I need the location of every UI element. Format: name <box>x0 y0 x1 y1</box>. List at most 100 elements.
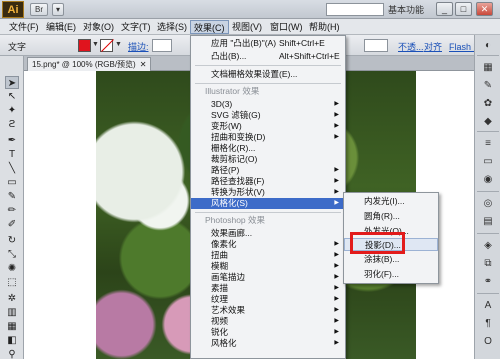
submenu-arrow-icon: ▶ <box>334 101 339 107</box>
symbol-sprayer-tool-icon[interactable]: ✲ <box>5 292 19 305</box>
eyedropper-tool-icon[interactable]: ⚲ <box>5 348 19 359</box>
menu-svg-filters[interactable]: SVG 滤镜(G) ▶ <box>191 110 345 121</box>
menu-pixelate[interactable]: 像素化 ▶ <box>191 239 345 250</box>
appearance-panel-icon[interactable]: ◎ <box>481 197 495 210</box>
menu-file[interactable]: 文件(F) <box>6 20 42 34</box>
type-tool-icon[interactable]: T <box>5 148 19 161</box>
color-panel-icon[interactable]: ◐ <box>481 39 495 52</box>
column-graph-tool-icon[interactable]: ▥ <box>5 306 19 319</box>
menu-distort-transform[interactable]: 扭曲和变换(D) ▶ <box>191 132 345 143</box>
menu-object[interactable]: 对象(O) <box>80 20 117 34</box>
transparency-panel-icon[interactable]: ◉ <box>481 173 495 186</box>
submenu-arrow-icon: ▶ <box>334 241 339 247</box>
menu-blur[interactable]: 模糊 ▶ <box>191 261 345 272</box>
menu-convex[interactable]: 凸出(B)... Alt+Shift+Ctrl+E <box>191 51 345 62</box>
menu-raster-settings[interactable]: 文档栅格效果设置(E)... <box>191 69 345 80</box>
menu-distort[interactable]: 扭曲 ▶ <box>191 250 345 261</box>
arrange-dropdown-button[interactable]: ▾ <box>52 3 64 16</box>
stroke-color-swatch[interactable] <box>100 39 113 52</box>
free-transform-tool-icon[interactable]: ⬚ <box>5 276 19 289</box>
selection-tool-icon[interactable]: ➤ <box>5 76 19 89</box>
menu-video[interactable]: 视频 ▶ <box>191 316 345 327</box>
stroke-dropdown-icon[interactable]: ▼ <box>115 41 122 48</box>
graphic-styles-panel-icon[interactable]: ◆ <box>481 115 495 128</box>
align-link[interactable]: 对齐 <box>424 40 442 53</box>
layers-panel-icon[interactable]: ◈ <box>481 239 495 252</box>
warp-tool-icon[interactable]: ✺ <box>5 262 19 275</box>
pen-tool-icon[interactable]: ✒ <box>5 134 19 147</box>
search-input[interactable] <box>326 3 384 16</box>
maximize-button[interactable]: □ <box>455 2 472 16</box>
fill-color-swatch[interactable] <box>78 39 91 52</box>
minimize-button[interactable]: _ <box>436 2 453 16</box>
lasso-tool-icon[interactable]: ϩ <box>5 118 19 131</box>
close-tab-icon[interactable]: ✕ <box>140 60 147 69</box>
scale-tool-icon[interactable]: ⤡ <box>5 248 19 261</box>
gradient-tool-icon[interactable]: ◧ <box>5 334 19 347</box>
links-panel-icon[interactable]: ⚭ <box>481 275 495 288</box>
menu-help[interactable]: 帮助(H) <box>306 20 343 34</box>
menu-path[interactable]: 路径(P) ▶ <box>191 165 345 176</box>
workspace-switcher[interactable]: 基本功能 <box>388 3 424 16</box>
rectangle-tool-icon[interactable]: ▭ <box>5 176 19 189</box>
menu-edit[interactable]: 编辑(E) <box>43 20 79 34</box>
menu-texture[interactable]: 纹理 ▶ <box>191 294 345 305</box>
menu-stylize-photoshop[interactable]: 风格化 ▶ <box>191 338 345 349</box>
document-tab[interactable]: 15.png* @ 100% (RGB/预览) ✕ <box>27 57 152 71</box>
menu-select[interactable]: 选择(S) <box>154 20 190 34</box>
rotate-tool-icon[interactable]: ↻ <box>5 234 19 247</box>
menu-warp[interactable]: 变形(W) ▶ <box>191 121 345 132</box>
close-button[interactable]: ✕ <box>476 2 493 16</box>
menu-effect-gallery[interactable]: 效果画廊... <box>191 228 345 239</box>
menu-rasterize[interactable]: 栅格化(R)... <box>191 143 345 154</box>
magic-wand-tool-icon[interactable]: ✦ <box>5 104 19 117</box>
menu-type[interactable]: 文字(T) <box>118 20 154 34</box>
menu-window[interactable]: 窗口(W) <box>267 20 306 34</box>
stroke-panel-icon[interactable]: ≡ <box>481 137 495 150</box>
swatches-panel-icon[interactable]: ▦ <box>481 61 495 74</box>
align-panel-icon[interactable]: ▤ <box>481 215 495 228</box>
direct-selection-tool-icon[interactable]: ↖ <box>5 90 19 103</box>
menu-effect[interactable]: 效果(C) <box>190 20 229 34</box>
graphic-style-picker[interactable] <box>364 39 388 52</box>
submenu-arrow-icon: ▶ <box>334 134 339 140</box>
menu-brush-strokes[interactable]: 画笔描边 ▶ <box>191 272 345 283</box>
menu-sketch[interactable]: 素描 ▶ <box>191 283 345 294</box>
submenu-arrow-icon: ▶ <box>334 274 339 280</box>
blob-brush-tool-icon[interactable]: ✐ <box>5 218 19 231</box>
menu-apply-convex[interactable]: 应用 "凸出(B)"(A) Shift+Ctrl+E <box>191 38 345 49</box>
menu-crop-marks[interactable]: 裁剪标记(O) <box>191 154 345 165</box>
pencil-tool-icon[interactable]: ✏ <box>5 204 19 217</box>
submenu-feather[interactable]: 羽化(F)... <box>344 268 438 281</box>
brushes-panel-icon[interactable]: ✎ <box>481 79 495 92</box>
opacity-link[interactable]: 不透... <box>398 40 424 53</box>
bridge-button[interactable]: Br <box>30 3 48 16</box>
mesh-tool-icon[interactable]: ▦ <box>5 320 19 333</box>
paintbrush-tool-icon[interactable]: ✎ <box>5 190 19 203</box>
submenu-inner-glow[interactable]: 内发光(I)... <box>344 195 438 208</box>
paragraph-panel-icon[interactable]: ¶ <box>481 317 495 330</box>
menu-stylize-illustrator[interactable]: 风格化(S) ▶ <box>191 198 345 209</box>
menu-pathfinder[interactable]: 路径查找器(F) ▶ <box>191 176 345 187</box>
symbols-panel-icon[interactable]: ✿ <box>481 97 495 110</box>
fill-dropdown-icon[interactable]: ▼ <box>92 41 99 48</box>
menu-view[interactable]: 视图(V) <box>229 20 265 34</box>
character-panel-icon[interactable]: A <box>481 299 495 312</box>
submenu-round-corners[interactable]: 圆角(R)... <box>344 210 438 223</box>
menu-artistic[interactable]: 艺术效果 ▶ <box>191 305 345 316</box>
menu-convert-to-shape[interactable]: 转换为形状(V) ▶ <box>191 187 345 198</box>
menu-blur-label: 模糊 <box>211 261 229 271</box>
submenu-scribble[interactable]: 涂抹(B)... <box>344 253 438 266</box>
line-tool-icon[interactable]: ╲ <box>5 162 19 175</box>
menu-sharpen[interactable]: 锐化 ▶ <box>191 327 345 338</box>
submenu-arrow-icon: ▶ <box>334 340 339 346</box>
artboards-panel-icon[interactable]: ⧉ <box>481 257 495 270</box>
menu-3d[interactable]: 3D(3) ▶ <box>191 99 345 110</box>
stroke-weight-label[interactable]: 描边: <box>128 40 149 53</box>
opentype-panel-icon[interactable]: O <box>481 335 495 348</box>
stroke-weight-input[interactable] <box>152 39 172 52</box>
gradient-panel-icon[interactable]: ▭ <box>481 155 495 168</box>
submenu-arrow-icon: ▶ <box>334 285 339 291</box>
menu-rasterize-label: 栅格化(R)... <box>211 143 256 153</box>
submenu-arrow-icon: ▶ <box>334 167 339 173</box>
